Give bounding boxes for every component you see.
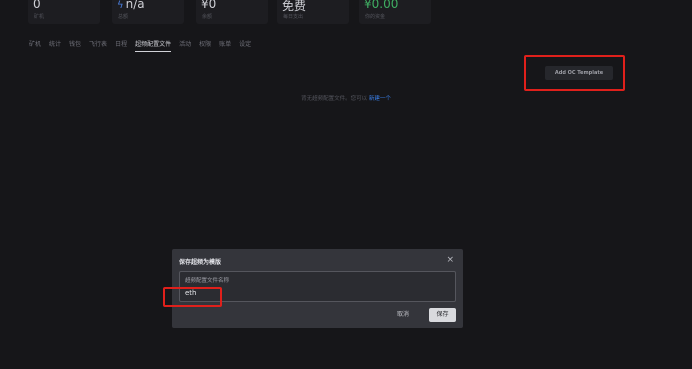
- tab-bar: 矿机 统计 钱包 飞行表 日程 超频配置文件 活动 权限 账单 设定: [29, 40, 259, 56]
- cancel-button[interactable]: 取消: [397, 309, 409, 321]
- tab-billing[interactable]: 账单: [219, 40, 231, 56]
- stat-card-balance: ¥0 余额: [196, 0, 268, 24]
- close-icon[interactable]: ×: [446, 255, 454, 265]
- tab-activity[interactable]: 活动: [179, 40, 191, 56]
- stat-label: 余额: [202, 14, 213, 20]
- tab-settings[interactable]: 设定: [239, 40, 251, 56]
- tab-access[interactable]: 权限: [199, 40, 211, 56]
- tab-wallets[interactable]: 钱包: [69, 40, 81, 56]
- save-button[interactable]: 保存: [429, 308, 456, 322]
- tab-schedule[interactable]: 日程: [115, 40, 127, 56]
- stat-card-funds: ¥0.00 你的资金: [359, 0, 431, 24]
- profile-name-label: 超频配置文件名称: [185, 278, 230, 284]
- create-new-link[interactable]: 新建一个: [369, 96, 391, 102]
- stat-label: 矿机: [34, 14, 45, 20]
- stat-card-rigs: 0 矿机: [28, 0, 100, 24]
- stat-value: 0: [33, 0, 41, 11]
- stat-value-wrap: ϟ n/a: [117, 0, 145, 11]
- stat-card-daily: 免费 每日支出: [277, 0, 349, 24]
- stat-label: 你的资金: [365, 14, 386, 20]
- stat-value: 免费: [282, 0, 307, 13]
- empty-state-text: 背无超频配置文件。您可以: [301, 96, 368, 102]
- stat-label: 总额: [118, 14, 129, 20]
- stat-value: ¥0.00: [364, 0, 399, 11]
- dialog-title: 保存超频为模版: [179, 259, 222, 266]
- tab-stats[interactable]: 统计: [49, 40, 61, 56]
- stat-card-total: ϟ n/a 总额: [112, 0, 184, 24]
- tab-oc-profiles[interactable]: 超频配置文件: [135, 40, 172, 52]
- bolt-icon: ϟ: [117, 0, 124, 11]
- tab-flight-sheets[interactable]: 飞行表: [89, 40, 107, 56]
- stat-value: n/a: [125, 0, 145, 11]
- stat-label: 每日支出: [283, 14, 304, 20]
- highlight-box-field-value: [163, 287, 222, 307]
- stat-value: ¥0: [201, 0, 217, 11]
- empty-state: 背无超频配置文件。您可以 新建一个: [0, 94, 692, 102]
- highlight-box-add-template: [524, 55, 625, 91]
- tab-rigs[interactable]: 矿机: [29, 40, 41, 56]
